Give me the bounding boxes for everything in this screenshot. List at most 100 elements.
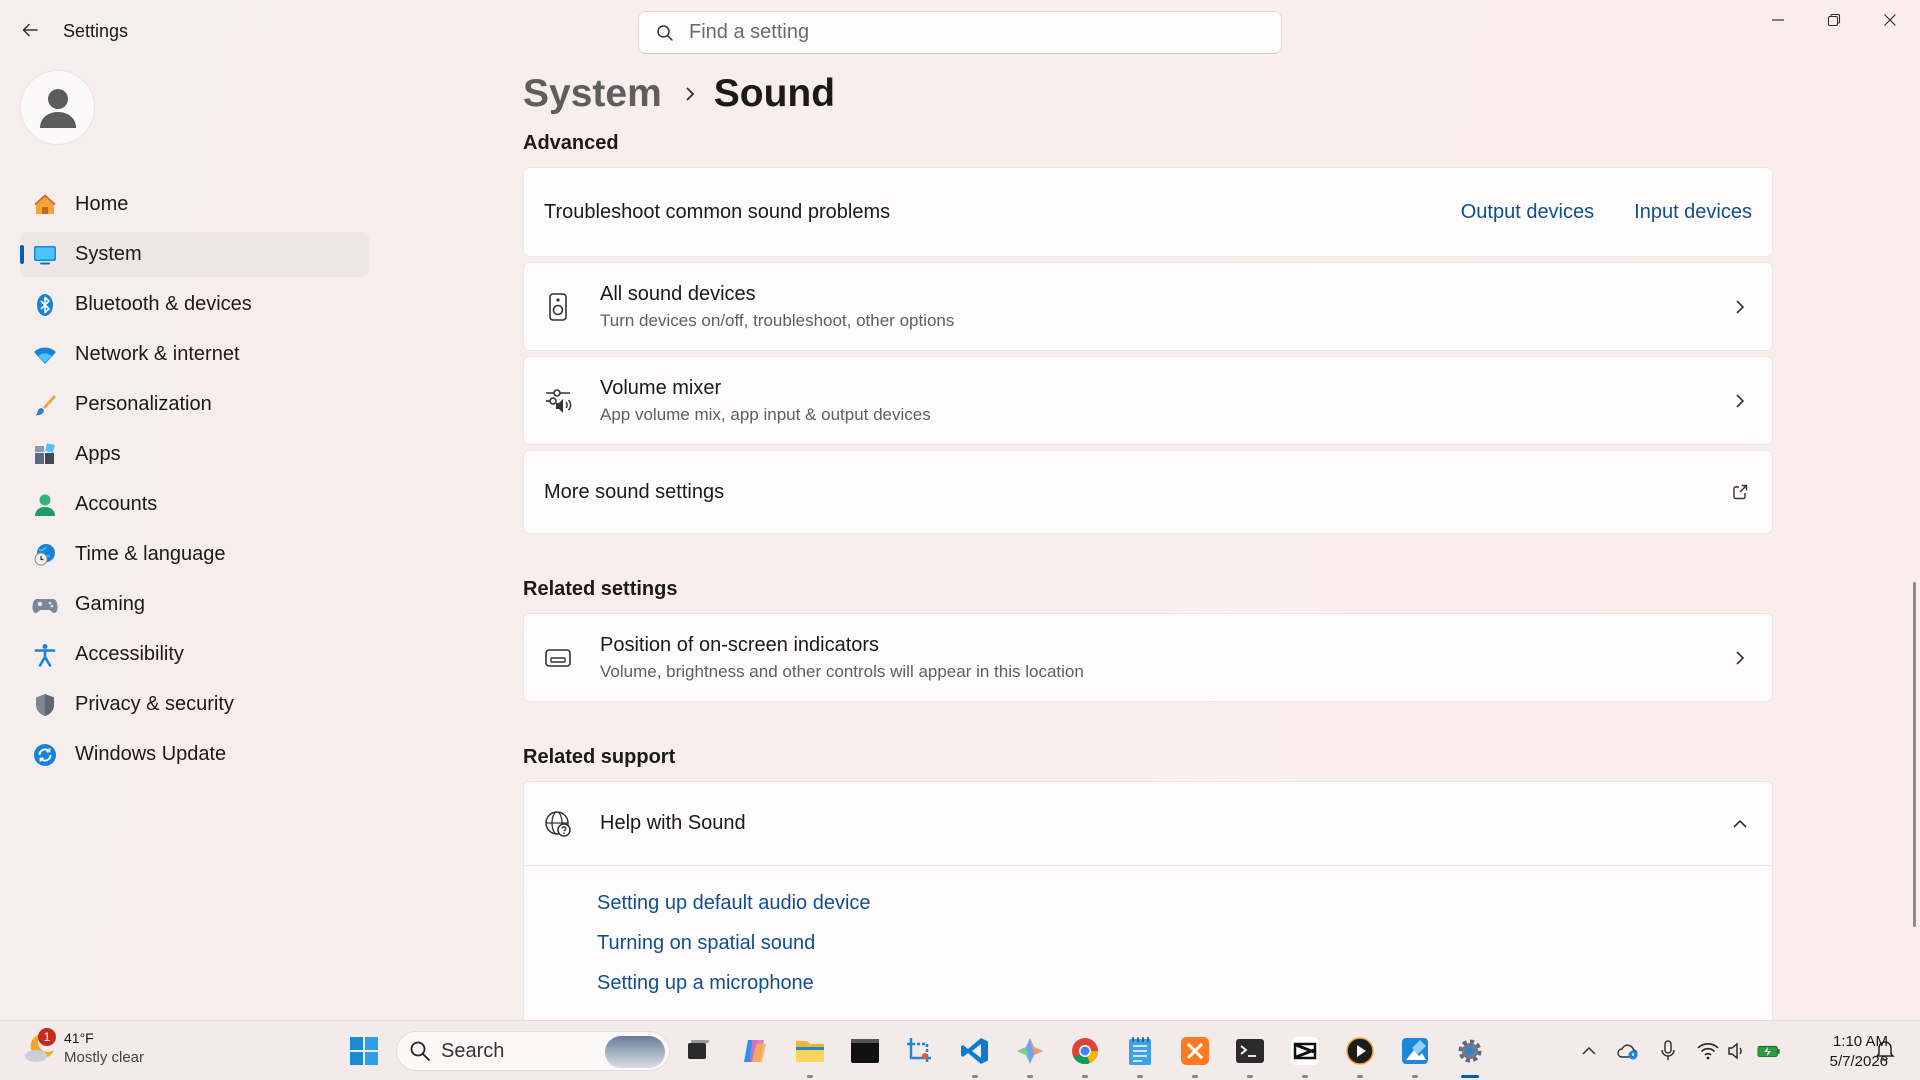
user-avatar[interactable] (20, 70, 95, 145)
external-link-icon (1732, 484, 1748, 500)
taskbar-chrome[interactable] (1067, 1033, 1103, 1078)
taskbar-file-explorer[interactable] (792, 1033, 828, 1078)
sidebar-item-time-language[interactable]: Time & language (20, 532, 369, 577)
start-button[interactable] (348, 1035, 380, 1067)
folder-icon (796, 1041, 824, 1062)
more-sound-settings-card[interactable]: More sound settings (523, 450, 1773, 534)
running-indicator (1302, 1075, 1308, 1078)
tray-microphone[interactable] (1656, 1039, 1680, 1063)
weather-widget[interactable]: 1 41°F Mostly clear (22, 1028, 144, 1067)
vertical-scrollbar[interactable] (1913, 582, 1916, 927)
sidebar-item-bluetooth[interactable]: Bluetooth & devices (20, 282, 369, 327)
screen-indicator-icon (544, 644, 572, 672)
page-title: Sound (713, 72, 836, 115)
input-devices-link[interactable]: Input devices (1634, 201, 1752, 224)
sidebar-item-label: System (75, 243, 142, 265)
chevron-right-icon (1732, 393, 1748, 409)
sidebar-item-windows-update[interactable]: Windows Update (20, 732, 369, 777)
related-support-heading: Related support (523, 746, 676, 768)
sidebar-item-privacy[interactable]: Privacy & security (20, 682, 369, 727)
running-indicator (807, 1075, 813, 1078)
running-indicator (1082, 1075, 1088, 1078)
settings-gear-icon (1458, 1039, 1482, 1063)
update-icon (32, 742, 58, 768)
tray-battery[interactable] (1757, 1039, 1781, 1063)
sidebar-item-personalization[interactable]: Personalization (20, 382, 369, 427)
xampp-icon (1181, 1037, 1209, 1065)
minimize-icon (1772, 19, 1784, 21)
sidebar-item-accounts[interactable]: Accounts (20, 482, 369, 527)
all-sound-devices-card[interactable]: All sound devices Turn devices on/off, t… (523, 262, 1773, 351)
help-link-microphone[interactable]: Setting up a microphone (597, 963, 871, 1003)
sidebar-item-accessibility[interactable]: Accessibility (20, 632, 369, 677)
volume-mixer-icon (544, 387, 572, 415)
volume-mixer-card[interactable]: Volume mixer App volume mix, app input &… (523, 356, 1773, 445)
apps-icon (32, 442, 58, 468)
taskbar-terminal[interactable] (1232, 1033, 1268, 1078)
taskbar-media-player[interactable] (1342, 1033, 1378, 1078)
taskbar-capcut[interactable] (1287, 1033, 1323, 1078)
task-view-icon (688, 1040, 709, 1059)
breadcrumb: System Sound (523, 72, 835, 116)
taskbar-snipping-tool[interactable] (902, 1033, 938, 1069)
tray-onedrive[interactable] (1616, 1039, 1640, 1063)
troubleshoot-label: Troubleshoot common sound problems (544, 200, 891, 223)
gamepad-icon (32, 592, 58, 618)
chevron-up-icon[interactable] (1732, 816, 1748, 832)
brush-icon (32, 392, 58, 418)
taskbar-gemini-app[interactable] (1012, 1033, 1048, 1078)
taskbar-notepad[interactable] (1122, 1033, 1158, 1078)
sidebar-item-label: Accessibility (75, 643, 184, 665)
sidebar-item-gaming[interactable]: Gaming (20, 582, 369, 627)
row-title: Help with Sound (600, 812, 746, 834)
terminal-window-icon (851, 1039, 879, 1063)
running-indicator (972, 1075, 978, 1078)
tray-wifi[interactable] (1696, 1039, 1720, 1063)
show-hidden-icons-button[interactable] (1577, 1039, 1601, 1063)
sidebar-item-apps[interactable]: Apps (20, 432, 369, 477)
close-icon (1884, 14, 1896, 26)
taskbar-xampp[interactable] (1177, 1033, 1213, 1078)
taskbar-terminal-dark[interactable] (847, 1033, 883, 1069)
chevron-up-icon (1582, 1046, 1596, 1055)
settings-search-box[interactable] (638, 11, 1282, 54)
back-arrow-icon (22, 23, 38, 37)
taskbar-photo-app[interactable] (1397, 1033, 1433, 1078)
sidebar-item-system[interactable]: System (20, 232, 369, 277)
search-icon (410, 1041, 430, 1061)
minimize-button[interactable] (1750, 0, 1806, 40)
sidebar-item-network[interactable]: Network & internet (20, 332, 369, 377)
breadcrumb-parent[interactable]: System (523, 72, 662, 116)
output-devices-link[interactable]: Output devices (1461, 201, 1594, 224)
sidebar-item-label: Time & language (75, 543, 226, 565)
task-view-button[interactable] (680, 1033, 716, 1069)
taskbar-copilot[interactable] (737, 1033, 773, 1069)
sidebar-item-label: Apps (75, 443, 121, 465)
taskbar-search[interactable]: Search (396, 1031, 670, 1071)
shield-icon (32, 692, 58, 718)
sidebar-item-home[interactable]: Home (20, 182, 369, 227)
restore-button[interactable] (1806, 0, 1862, 40)
help-link-spatial-sound[interactable]: Turning on spatial sound (597, 923, 871, 963)
cloud-sync-icon (1617, 1044, 1638, 1060)
close-button[interactable] (1862, 0, 1918, 40)
running-indicator (1357, 1075, 1363, 1078)
row-title: Volume mixer (600, 376, 722, 399)
help-with-sound-header[interactable]: Help with Sound (524, 782, 1772, 866)
sidebar-item-label: Home (75, 193, 129, 215)
notification-center-button[interactable] (1874, 1039, 1898, 1063)
tray-volume[interactable] (1725, 1039, 1749, 1063)
running-indicator (1192, 1075, 1198, 1078)
taskbar-settings[interactable] (1452, 1033, 1488, 1078)
accessibility-icon (32, 642, 58, 668)
weather-moon-icon: 1 (22, 1028, 58, 1066)
search-input[interactable] (689, 21, 1249, 44)
row-subtitle: Volume, brightness and other controls wi… (600, 661, 1084, 681)
onscreen-indicators-card[interactable]: Position of on-screen indicators Volume,… (523, 613, 1773, 702)
row-subtitle: Turn devices on/off, troubleshoot, other… (600, 310, 955, 330)
taskbar: 1 41°F Mostly clear Search 1:10 AM 5/7/2… (0, 1020, 1920, 1080)
taskbar-vscode[interactable] (957, 1033, 993, 1078)
vscode-icon (961, 1038, 988, 1064)
help-link-default-audio[interactable]: Setting up default audio device (597, 883, 871, 923)
back-button[interactable] (14, 14, 46, 46)
